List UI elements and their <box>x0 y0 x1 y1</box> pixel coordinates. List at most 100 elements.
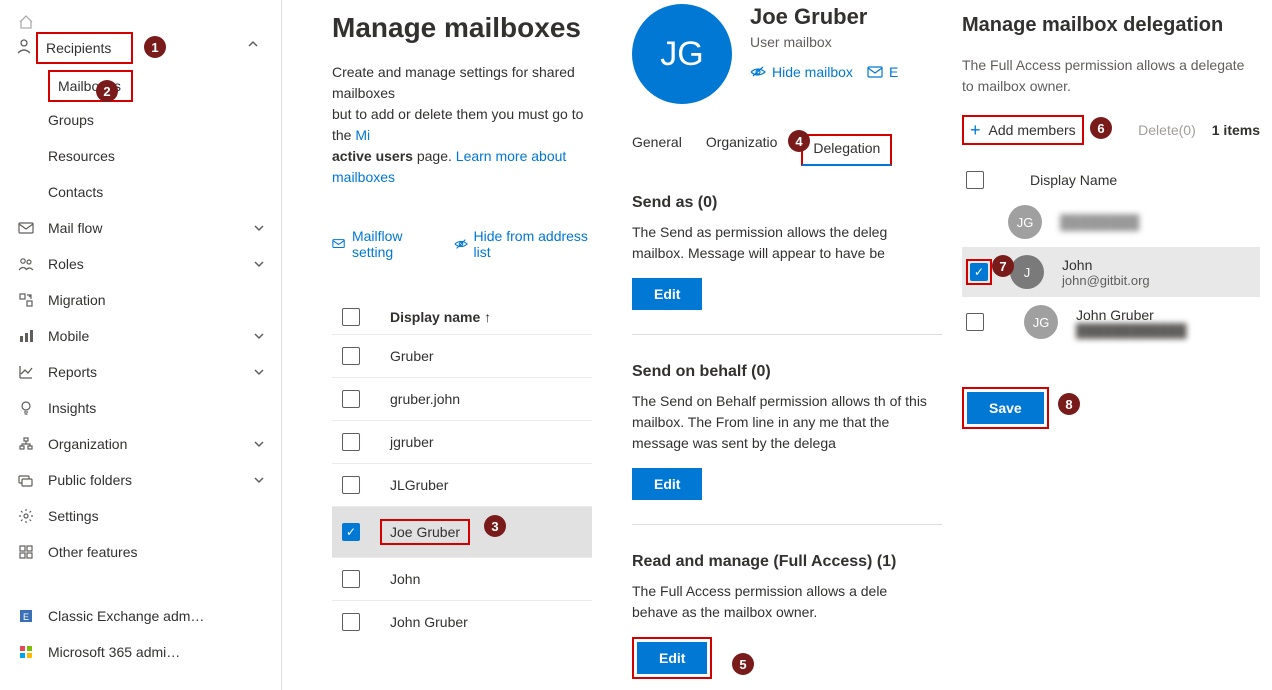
person-icon <box>16 38 32 54</box>
nav-mobile[interactable]: Mobile <box>0 318 281 354</box>
nav-groups[interactable]: Groups <box>48 102 281 138</box>
lightbulb-icon <box>16 400 36 416</box>
row-checkbox[interactable] <box>342 570 360 588</box>
nav-resources[interactable]: Resources <box>48 138 281 174</box>
row-checkbox[interactable] <box>342 390 360 408</box>
step-badge-1: 1 <box>144 36 166 58</box>
table-row[interactable]: John <box>332 557 592 600</box>
nav-contacts[interactable]: Contacts <box>48 174 281 210</box>
table-row[interactable]: John Gruber <box>332 600 592 643</box>
chevron-up-icon <box>247 38 259 50</box>
nav-reports[interactable]: Reports <box>0 354 281 390</box>
toolbar-mailflow-setting[interactable]: Mailflow setting <box>332 228 436 260</box>
row-checkbox[interactable] <box>342 613 360 631</box>
member-name: John <box>1062 257 1150 273</box>
chevron-down-icon <box>253 474 265 486</box>
chevron-down-icon <box>253 330 265 342</box>
link-m365[interactable]: Mi <box>355 127 370 143</box>
table-row[interactable]: Gruber <box>332 334 592 377</box>
row-checkbox[interactable] <box>342 433 360 451</box>
chevron-down-icon <box>253 366 265 378</box>
section-send-as: Send as (0) The Send as permission allow… <box>632 194 942 310</box>
edit-sendas-button[interactable]: Edit <box>632 278 702 310</box>
member-row[interactable]: JG ████████ <box>962 197 1260 247</box>
classic-icon: E <box>16 608 36 624</box>
nav-mailflow[interactable]: Mail flow <box>0 210 281 246</box>
col-display-name[interactable]: Display name ↑ <box>380 309 491 325</box>
nav-home[interactable] <box>0 4 281 32</box>
nav-recipients[interactable]: Recipients <box>36 32 133 64</box>
row-checkbox[interactable] <box>342 476 360 494</box>
mail-icon <box>867 65 883 79</box>
section-send-on-behalf: Send on behalf (0) The Send on Behalf pe… <box>632 363 942 500</box>
avatar-icon: J <box>1010 255 1044 289</box>
home-icon <box>16 14 36 30</box>
main-panel: Manage mailboxes Create and manage setti… <box>282 0 612 690</box>
step-badge-7: 7 <box>992 255 1014 277</box>
col-display-name: Display Name <box>1002 172 1117 188</box>
email-link[interactable]: E <box>867 64 898 80</box>
nav-recipients-label: Recipients <box>46 40 123 56</box>
chevron-down-icon <box>253 222 265 234</box>
member-list: Display Name JG ████████ ✓ 7 J John john… <box>962 163 1260 347</box>
nav-classic-exchange[interactable]: E Classic Exchange adm… <box>0 598 281 634</box>
step-badge-3: 3 <box>484 515 506 537</box>
save-button[interactable]: Save <box>967 392 1044 424</box>
chevron-down-icon <box>253 438 265 450</box>
table-row[interactable]: jgruber <box>332 420 592 463</box>
add-members-button[interactable]: + Add members <box>962 115 1084 145</box>
nav-m365-admin[interactable]: Microsoft 365 admi… <box>0 634 281 670</box>
chevron-down-icon <box>253 258 265 270</box>
mobile-icon <box>16 328 36 344</box>
hide-icon <box>454 236 468 252</box>
tab-organization[interactable]: Organizatio <box>706 134 778 166</box>
sidebar: Recipients 1 Mailboxes 2 Groups Resource… <box>0 0 282 690</box>
table-row[interactable]: JLGruber <box>332 463 592 506</box>
delegation-desc: The Full Access permission allows a dele… <box>962 55 1260 97</box>
nav-roles[interactable]: Roles <box>0 246 281 282</box>
tab-general[interactable]: General <box>632 134 682 166</box>
row-checkbox[interactable] <box>342 347 360 365</box>
page-intro: Create and manage settings for shared ma… <box>332 62 592 188</box>
nav-other-features[interactable]: Other features <box>0 534 281 570</box>
member-name: ████████ <box>1060 214 1139 230</box>
nav-organization[interactable]: Organization <box>0 426 281 462</box>
nav-mailboxes[interactable]: Mailboxes <box>48 70 133 102</box>
step-badge-4: 4 <box>788 130 810 152</box>
member-row-selected[interactable]: ✓ 7 J John john@gitbit.org <box>962 247 1260 297</box>
mailbox-table: Display name ↑ Gruber gruber.john jgrube… <box>332 300 592 643</box>
grid-icon <box>16 544 36 560</box>
table-row-selected[interactable]: ✓ Joe Gruber 3 <box>332 506 592 557</box>
m365-icon <box>16 644 36 660</box>
detail-type: User mailbox <box>750 34 942 50</box>
mailflow-icon <box>332 236 346 252</box>
edit-sendonbehalf-button[interactable]: Edit <box>632 468 702 500</box>
nav-migration[interactable]: Migration <box>0 282 281 318</box>
select-all-checkbox[interactable] <box>342 308 360 326</box>
edit-fullaccess-button[interactable]: Edit <box>637 642 707 674</box>
nav-settings[interactable]: Settings <box>0 498 281 534</box>
member-email: ████████████ <box>1076 323 1187 338</box>
select-all-members-checkbox[interactable] <box>966 171 984 189</box>
member-row[interactable]: JG John Gruber ████████████ <box>962 297 1260 347</box>
items-count: 1 items <box>1212 122 1260 138</box>
svg-text:E: E <box>23 612 29 622</box>
gear-icon <box>16 508 36 524</box>
member-checkbox[interactable] <box>966 313 984 331</box>
delete-selected[interactable]: Delete(0) <box>1138 122 1196 138</box>
nav-public-folders[interactable]: Public folders <box>0 462 281 498</box>
row-checkbox[interactable]: ✓ <box>342 523 360 541</box>
member-list-header: Display Name <box>962 163 1260 197</box>
detail-name: Joe Gruber <box>750 4 942 30</box>
roles-icon <box>16 256 36 272</box>
tab-delegation[interactable]: Delegation <box>801 134 892 166</box>
member-checkbox[interactable]: ✓ <box>970 263 988 281</box>
mailbox-detail-panel: JG Joe Gruber User mailbox Hide mailbox … <box>612 0 942 690</box>
mail-icon <box>16 220 36 236</box>
sort-asc-icon: ↑ <box>484 309 491 325</box>
nav-insights[interactable]: Insights <box>0 390 281 426</box>
hide-mailbox-link[interactable]: Hide mailbox <box>750 64 853 80</box>
toolbar-hide-address[interactable]: Hide from address list <box>454 228 592 260</box>
step-badge-5: 5 <box>732 653 754 675</box>
table-row[interactable]: gruber.john <box>332 377 592 420</box>
